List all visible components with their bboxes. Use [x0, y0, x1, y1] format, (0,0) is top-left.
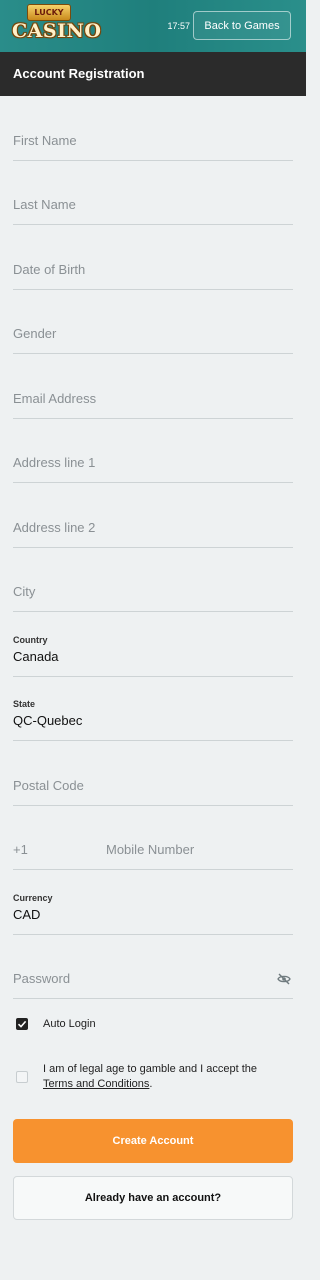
- state-value: QC-Quebec: [13, 713, 83, 728]
- gender-placeholder: Gender: [13, 326, 57, 341]
- currency-value: CAD: [13, 907, 41, 922]
- address-line-2-placeholder: Address line 2: [13, 520, 96, 535]
- postal-code-field[interactable]: Postal Code: [13, 752, 293, 806]
- top-bar: LUCKY CASINO 17:57 Back to Games: [0, 0, 306, 52]
- country-value: Canada: [13, 649, 59, 664]
- gender-select[interactable]: Gender: [13, 300, 293, 354]
- terms-text: I am of legal age to gamble and I accept…: [43, 1063, 258, 1075]
- already-have-account-button[interactable]: Already have an account?: [13, 1176, 293, 1220]
- country-label: Country: [13, 635, 48, 645]
- auto-login-checkbox[interactable]: [16, 1018, 28, 1030]
- email-field[interactable]: Email Address: [13, 365, 293, 419]
- mobile-number-field[interactable]: +1 Mobile Number: [13, 816, 293, 870]
- back-to-games-button[interactable]: Back to Games: [193, 11, 291, 40]
- terms-suffix: .: [149, 1078, 153, 1090]
- eye-slash-icon[interactable]: [277, 972, 293, 986]
- currency-select[interactable]: Currency CAD: [13, 881, 293, 935]
- postal-code-placeholder: Postal Code: [13, 778, 84, 793]
- address-line-1-field[interactable]: Address line 1: [13, 429, 293, 483]
- page-title: Account Registration: [13, 66, 145, 81]
- password-field[interactable]: Password: [13, 945, 293, 999]
- terms-link[interactable]: Terms and Conditions: [43, 1078, 149, 1090]
- city-field[interactable]: City: [13, 558, 293, 612]
- date-of-birth-placeholder: Date of Birth: [13, 262, 86, 277]
- country-code[interactable]: +1: [13, 842, 28, 857]
- last-name-field[interactable]: Last Name: [13, 171, 293, 225]
- country-select[interactable]: Country Canada: [13, 623, 293, 677]
- password-placeholder: Password: [13, 971, 71, 986]
- checkmark-icon: [17, 1020, 27, 1028]
- state-select[interactable]: State QC-Quebec: [13, 687, 293, 741]
- first-name-field[interactable]: First Name: [13, 107, 293, 161]
- address-line-1-placeholder: Address line 1: [13, 455, 96, 470]
- mobile-number-placeholder: Mobile Number: [106, 842, 195, 857]
- terms-checkbox[interactable]: [16, 1071, 28, 1083]
- city-placeholder: City: [13, 584, 36, 599]
- date-of-birth-field[interactable]: Date of Birth: [13, 236, 293, 290]
- email-placeholder: Email Address: [13, 391, 97, 406]
- currency-label: Currency: [13, 893, 53, 903]
- terms-row[interactable]: I am of legal age to gamble and I accept…: [13, 1062, 293, 1096]
- auto-login-label: Auto Login: [43, 1018, 96, 1030]
- clock-time: 17:57: [167, 21, 190, 31]
- terms-label: I am of legal age to gamble and I accept…: [43, 1062, 288, 1092]
- auto-login-row[interactable]: Auto Login: [13, 1015, 293, 1035]
- state-label: State: [13, 699, 36, 709]
- create-account-button[interactable]: Create Account: [13, 1119, 293, 1163]
- page-header: Account Registration: [0, 52, 306, 96]
- last-name-placeholder: Last Name: [13, 197, 76, 212]
- first-name-placeholder: First Name: [13, 133, 77, 148]
- logo-casino-text: CASINO: [12, 20, 102, 42]
- address-line-2-field[interactable]: Address line 2: [13, 494, 293, 548]
- casino-logo[interactable]: LUCKY CASINO: [10, 4, 102, 48]
